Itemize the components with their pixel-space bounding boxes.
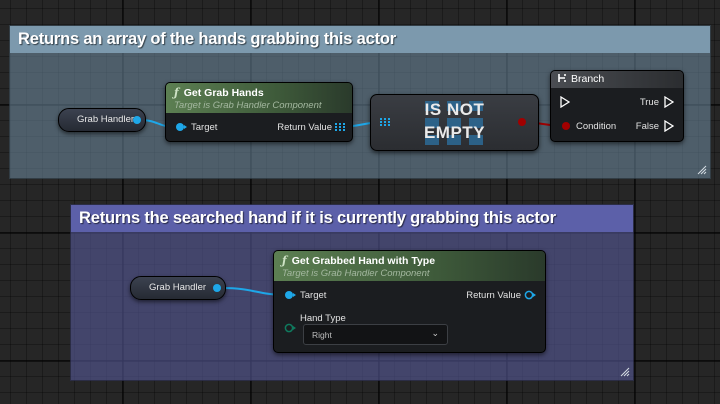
node-title-line1: IS NOT xyxy=(424,100,485,119)
false-pin-label: False xyxy=(635,121,659,132)
object-pin-icon[interactable] xyxy=(132,115,142,125)
function-icon: ƒ xyxy=(174,86,179,99)
get-grabbed-hand-with-type-node[interactable]: ƒ Get Grabbed Hand with Type Target is Gr… xyxy=(273,250,546,353)
array-input-pin-icon[interactable] xyxy=(380,118,390,126)
return-value-pin-label: Return Value xyxy=(277,122,332,133)
branch-node[interactable]: Branch True Condition False xyxy=(550,70,684,142)
hand-type-dropdown[interactable]: Right ⌄ xyxy=(303,324,448,345)
return-value-pin-label: Return Value xyxy=(466,290,521,301)
grab-handler-variable-node[interactable]: Grab Handler xyxy=(130,276,226,300)
node-label: Grab Handler xyxy=(77,114,135,125)
grab-handler-variable-node[interactable]: Grab Handler xyxy=(58,108,146,132)
node-title: Branch xyxy=(571,73,605,85)
exec-false-pin-icon[interactable] xyxy=(664,120,674,132)
hand-type-selected-value: Right xyxy=(312,330,332,340)
node-title: Get Grab Hands xyxy=(183,87,264,99)
node-subtitle: Target is Grab Handler Component xyxy=(282,268,430,279)
node-title: Get Grabbed Hand with Type xyxy=(291,255,436,267)
target-pin-icon[interactable] xyxy=(284,290,296,300)
target-pin-icon[interactable] xyxy=(175,122,187,132)
enum-pin-icon[interactable] xyxy=(284,323,296,333)
condition-pin-label: Condition xyxy=(576,121,617,132)
target-pin-label: Target xyxy=(300,290,327,301)
object-pin-icon[interactable] xyxy=(212,283,222,293)
node-label: Grab Handler xyxy=(149,282,207,293)
return-value-pin-icon[interactable] xyxy=(524,290,536,300)
node-title-line2: EMPTY xyxy=(423,123,486,142)
hand-type-pin-label: Hand Type xyxy=(300,313,346,324)
bool-output-pin-icon[interactable] xyxy=(517,117,527,127)
chevron-down-icon: ⌄ xyxy=(431,328,439,338)
target-pin-label: Target xyxy=(191,122,218,133)
is-not-empty-node[interactable]: IS NOT EMPTY xyxy=(370,94,539,151)
get-grab-hands-node[interactable]: ƒ Get Grab Hands Target is Grab Handler C… xyxy=(165,82,353,142)
true-pin-label: True xyxy=(639,97,659,108)
branch-icon xyxy=(558,74,566,82)
function-icon: ƒ xyxy=(282,254,287,267)
array-pin-icon[interactable] xyxy=(335,123,345,131)
node-subtitle: Target is Grab Handler Component xyxy=(174,100,322,111)
exec-input-pin-icon[interactable] xyxy=(560,96,570,108)
condition-pin-icon[interactable] xyxy=(561,121,571,131)
exec-true-pin-icon[interactable] xyxy=(664,96,674,108)
